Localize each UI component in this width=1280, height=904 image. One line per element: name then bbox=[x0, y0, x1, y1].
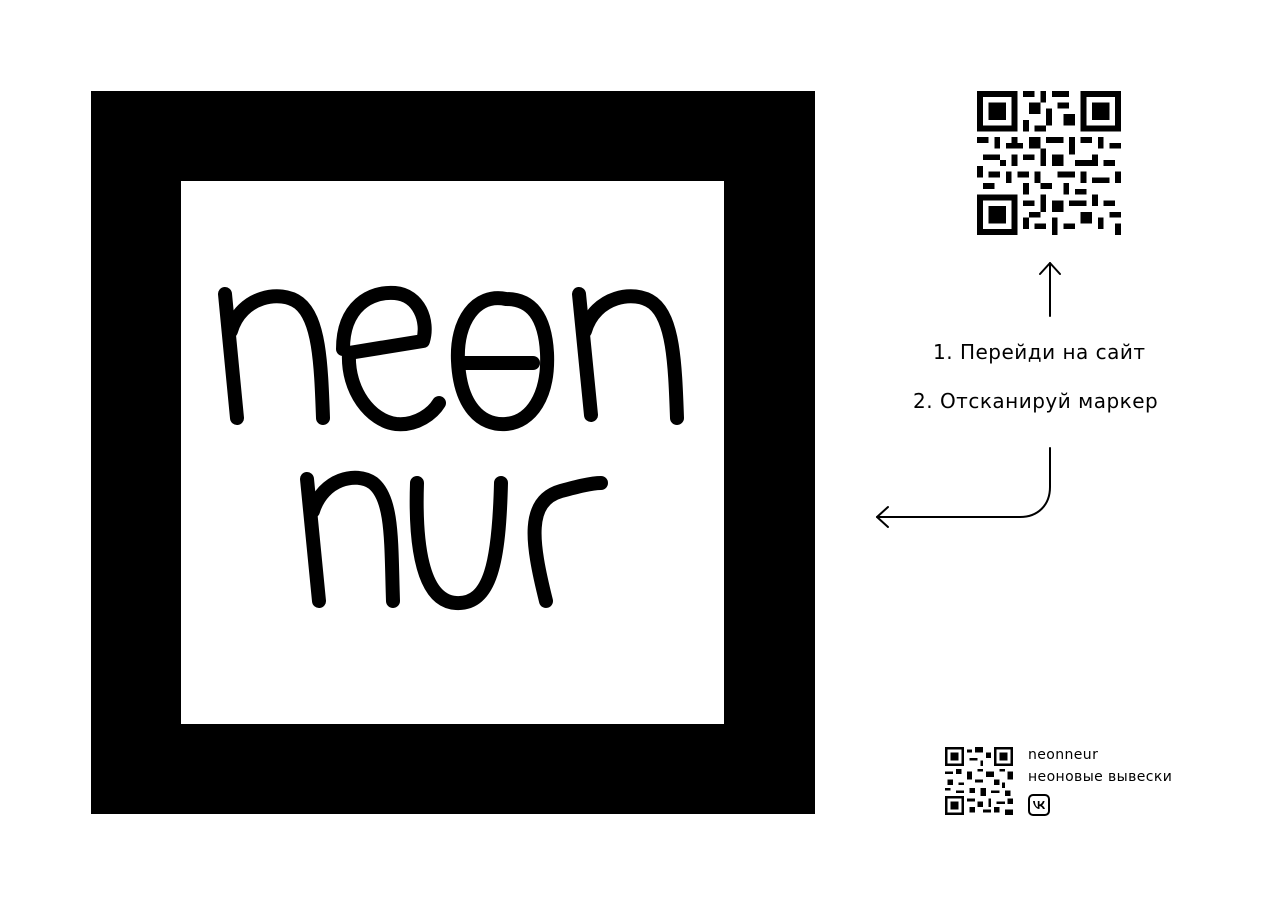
instruction-step-2: 2. Отсканируй маркер bbox=[913, 389, 1159, 413]
instruction-step-1: 1. Перейди на сайт bbox=[933, 340, 1146, 364]
ar-marker-inner bbox=[181, 181, 724, 724]
vk-icon[interactable] bbox=[1028, 794, 1050, 816]
qr-code-small[interactable] bbox=[945, 747, 1013, 815]
arrow-left-icon bbox=[876, 447, 1051, 528]
ar-marker-frame bbox=[91, 91, 815, 814]
brand-tagline: неоновые вывески bbox=[1028, 769, 1173, 785]
neon-logo bbox=[218, 285, 684, 610]
arrow-up-icon bbox=[1039, 262, 1061, 317]
qr-code-large[interactable] bbox=[977, 91, 1121, 235]
brand-block: neonneur неоновые вывески bbox=[1028, 744, 1172, 788]
brand-name: neonneur bbox=[1028, 747, 1099, 763]
vk-logo-glyph bbox=[1033, 801, 1045, 809]
